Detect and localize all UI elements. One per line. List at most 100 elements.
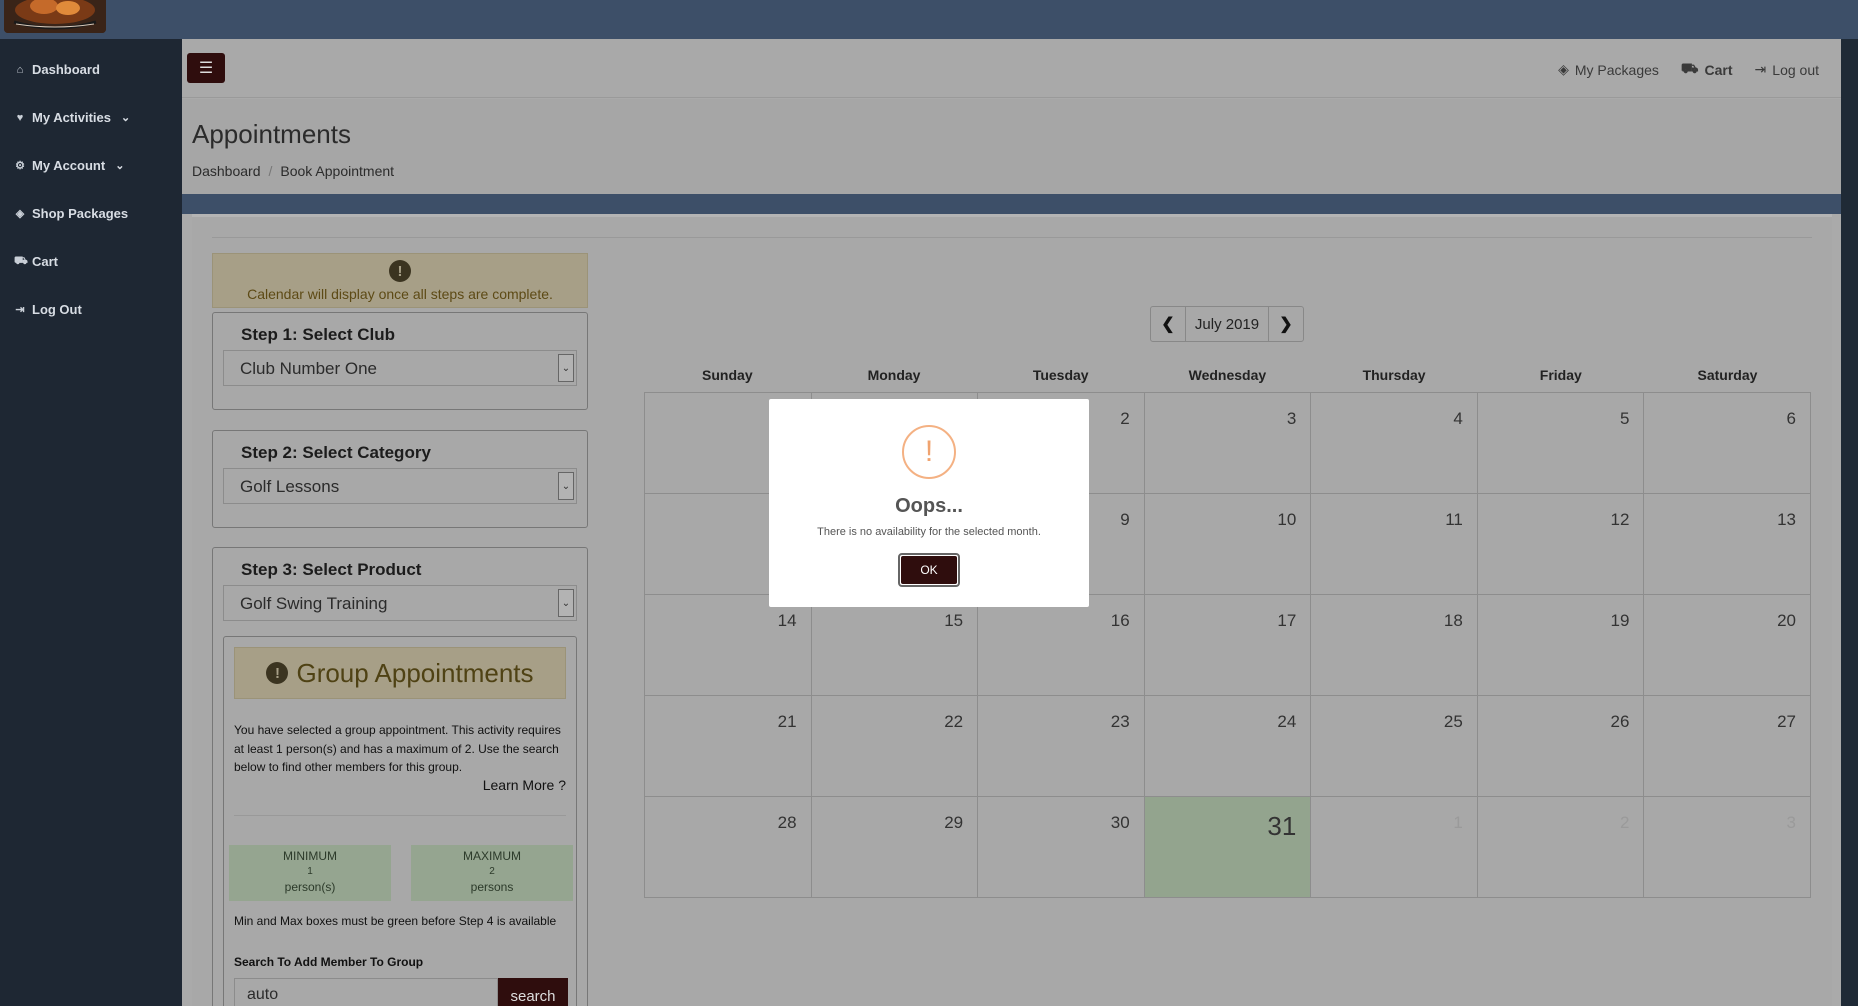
learn-more-link[interactable]: Learn More ? [483,777,566,793]
brand-logo[interactable] [4,0,106,33]
modal-message: There is no availability for the selecte… [817,526,1041,538]
calendar-day[interactable]: 30 [978,797,1145,898]
menu-toggle-button[interactable]: ☰ [187,53,225,83]
day-number: 2 [1120,409,1130,428]
calendar-day[interactable]: 16 [978,595,1145,696]
logout-link[interactable]: ⇥ Log out [1755,60,1819,79]
day-number: 11 [1445,510,1463,529]
day-number: 10 [1277,510,1297,529]
calendar-day[interactable]: 2 [1477,797,1645,898]
calendar-day[interactable]: 21 [645,696,812,797]
page-title: Appointments [192,119,351,149]
ok-button-focus-ring: OK [898,553,960,587]
calendar-day[interactable]: 3 [1644,797,1811,898]
calendar-day[interactable]: 5 [1477,393,1645,494]
calendar-day[interactable]: 4 [1311,393,1478,494]
calendar-day[interactable]: 14 [645,595,812,696]
step-select-product: Step 3: Select Product Golf Swing Traini… [212,547,588,1006]
chevron-left-icon: ❮ [1161,316,1175,333]
calendar-day[interactable]: 26 [1477,696,1645,797]
tags-icon: ◈ [1558,61,1569,77]
weekday-header: Sunday Monday Tuesday Wednesday Thursday Frid… [644,367,1811,383]
divider-strip [182,194,1841,214]
day-number: 15 [944,611,964,630]
calendar-day[interactable]: 27 [1644,696,1811,797]
sidebar-item-my-account[interactable]: ⚙ My Account ⌄ [14,158,124,173]
day-number: 24 [1277,712,1297,731]
day-number: 26 [1610,712,1630,731]
sidebar-item-shop-packages[interactable]: ◈ Shop Packages [14,206,128,221]
search-label: Search To Add Member To Group [234,955,424,969]
calendar-day[interactable]: 28 [645,797,812,898]
sidebar-item-my-activities[interactable]: ♥ My Activities ⌄ [14,110,130,125]
my-packages-link[interactable]: ◈ My Packages [1558,60,1659,79]
calendar-day[interactable]: 22 [811,696,979,797]
cart-link[interactable]: ⛟ Cart [1681,60,1733,79]
calendar-day[interactable]: 29 [811,797,979,898]
member-search-input[interactable]: auto [234,978,498,1006]
calendar-day[interactable]: 3 [1144,393,1312,494]
calendar-day[interactable]: 10 [1144,494,1312,595]
prev-month-button[interactable]: ❮ [1151,307,1185,341]
month-navigator: ❮ July 2019 ❯ [1150,306,1304,342]
day-number: 6 [1786,409,1796,428]
calendar-day[interactable]: 24 [1144,696,1312,797]
next-month-button[interactable]: ❯ [1269,307,1303,341]
calendar-day[interactable]: 20 [1644,595,1811,696]
breadcrumb-dashboard[interactable]: Dashboard [192,163,261,179]
minmax-note: Min and Max boxes must be green before S… [234,914,557,928]
calendar-day[interactable]: 6 [1644,393,1811,494]
hamburger-icon: ☰ [198,60,214,77]
chevron-down-icon: ⌄ [115,160,125,172]
sidebar-item-dashboard[interactable]: ⌂ Dashboard [14,62,100,77]
content-panel: ! Calendar will display once all steps a… [192,214,1832,1006]
day-number: 25 [1443,712,1463,731]
calendar-day[interactable]: 18 [1311,595,1478,696]
breadcrumb-separator: / [268,163,273,179]
chevron-down-icon: ⌄ [558,472,574,500]
gear-icon: ⚙ [15,160,25,172]
calendar-day[interactable]: 13 [1644,494,1811,595]
search-button[interactable]: search [498,978,568,1006]
modal-title: Oops... [895,495,963,517]
sidebar-item-label: Log Out [32,302,82,317]
top-bar [0,0,1858,39]
day-number: 30 [1110,813,1130,832]
calendar-day[interactable]: 19 [1477,595,1645,696]
current-month: July 2019 [1185,307,1269,341]
exclamation-icon: ! [266,662,289,684]
ok-button[interactable]: OK [901,556,957,584]
weekday-label: Wednesday [1188,367,1267,383]
calendar-day[interactable]: 15 [811,595,979,696]
day-number: 4 [1453,409,1463,428]
sidebar-item-cart[interactable]: ⛟ Cart [14,254,58,269]
day-number: 22 [944,712,964,731]
step-title: Step 1: Select Club [241,325,395,344]
calendar-day[interactable]: 12 [1477,494,1645,595]
calendar-day[interactable]: 25 [1311,696,1478,797]
chevron-down-icon: ⌄ [121,112,131,124]
weekday-label: Saturday [1697,367,1758,383]
tags-icon: ◈ [15,208,25,220]
calendar-day[interactable]: 17 [1144,595,1312,696]
group-appointments-panel: ! Group Appointments You have selected a… [223,636,577,1006]
sidebar-item-label: Cart [32,254,59,269]
calendar-day[interactable]: 1 [1311,797,1478,898]
heartbeat-icon: ♥ [16,111,24,124]
calendar-day-today[interactable]: 31 [1144,797,1312,898]
calendar-day[interactable]: 23 [978,696,1145,797]
minimum-box: MINIMUM 1 person(s) [229,845,391,901]
day-number: 27 [1777,712,1796,731]
header-links: ◈ My Packages ⛟ Cart ⇥ Log out [1558,60,1819,79]
day-number: 12 [1610,510,1630,529]
calendar-day[interactable]: 11 [1311,494,1478,595]
sidebar-item-log-out[interactable]: ⇥ Log Out [14,302,82,317]
day-number: 18 [1443,611,1463,630]
maximum-box: MAXIMUM 2 persons [411,845,573,901]
club-select[interactable]: Club Number One ⌄ [223,350,577,386]
product-select[interactable]: Golf Swing Training ⌄ [223,585,577,621]
divider [234,815,566,816]
day-number: 14 [777,611,797,630]
category-select[interactable]: Golf Lessons ⌄ [223,468,577,504]
day-number: 29 [944,813,964,832]
